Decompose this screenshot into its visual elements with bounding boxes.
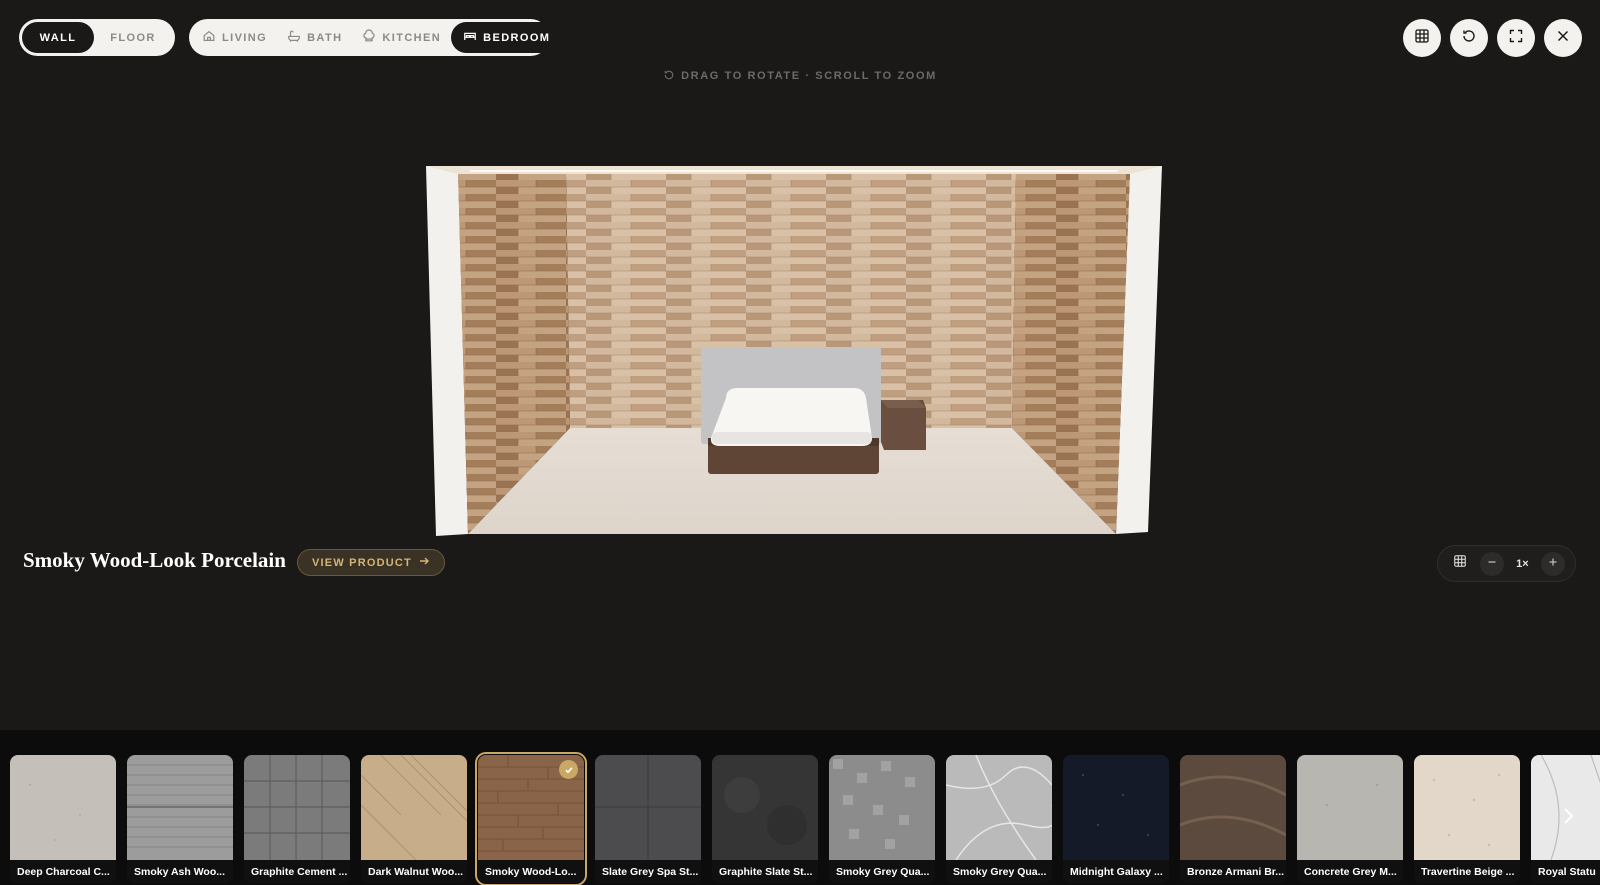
swatch-strip: Deep Charcoal C... Smoky Ash Woo... Graphi… (0, 730, 1600, 885)
grid-toggle-button[interactable] (1403, 19, 1441, 57)
tile-texture-thumbnail (244, 755, 350, 860)
surface-toggle: WALL FLOOR (19, 19, 175, 56)
fullscreen-button[interactable] (1497, 19, 1535, 57)
bed-icon (463, 29, 477, 46)
room-tab-living[interactable]: LIVING (192, 22, 277, 53)
tile-swatch[interactable]: Smoky Grey Qua... (829, 755, 935, 883)
tile-texture-thumbnail (946, 755, 1052, 861)
tile-texture-thumbnail (10, 755, 116, 860)
tile-texture-thumbnail (1297, 755, 1403, 860)
tile-swatch[interactable]: Graphite Slate St... (712, 755, 818, 883)
tile-swatch-label: Royal Statu (1531, 860, 1600, 883)
room-tab-label: BEDROOM (483, 31, 551, 44)
tile-texture-thumbnail (829, 755, 935, 860)
tile-swatch[interactable]: Dark Walnut Woo... (361, 755, 467, 883)
rotate-zoom-hint: DRAG TO ROTATE · SCROLL TO ZOOM (0, 69, 1600, 82)
tile-swatch[interactable]: Deep Charcoal C... (10, 755, 116, 883)
tile-swatch[interactable]: Slate Grey Spa St... (595, 755, 701, 883)
zoom-in-button[interactable] (1541, 551, 1566, 576)
tile-swatch-label: Travertine Beige ... (1414, 860, 1520, 883)
tile-swatch-label: Smoky Grey Qua... (946, 860, 1052, 883)
room-tab-bedroom[interactable]: BEDROOM (451, 22, 563, 53)
room-tab-kitchen[interactable]: KITCHEN (352, 22, 451, 53)
tile-texture-thumbnail (595, 755, 701, 860)
tile-swatch-label: Bronze Armani Br... (1180, 860, 1286, 883)
bathtub-icon (287, 29, 301, 46)
tile-texture-thumbnail (712, 755, 818, 860)
close-button[interactable] (1544, 19, 1582, 57)
view-product-label: VIEW PRODUCT (312, 556, 412, 569)
tile-swatch-label: Midnight Galaxy ... (1063, 860, 1169, 883)
tile-texture-thumbnail (127, 755, 233, 860)
tile-visualizer-app: WALL FLOOR LIVING BATH KITCHEN BEDROOM D… (0, 0, 1600, 885)
grid-icon (1453, 554, 1467, 573)
grid-icon (1414, 28, 1430, 49)
chef-hat-icon (362, 29, 376, 46)
tile-texture-thumbnail (1414, 755, 1520, 860)
zoom-control: 1× (1437, 545, 1576, 582)
tile-swatch[interactable]: Smoky Wood-Lo... (475, 752, 587, 885)
tile-swatch-label: Dark Walnut Woo... (361, 860, 467, 883)
tile-swatch[interactable]: Graphite Cement ... (244, 755, 350, 883)
wall-button[interactable]: WALL (22, 22, 94, 53)
tile-swatch[interactable]: Midnight Galaxy ... (1063, 755, 1169, 883)
tile-swatch-label: Smoky Ash Woo... (127, 860, 233, 883)
minus-icon (1486, 555, 1498, 573)
tile-swatch-label: Concrete Grey M... (1297, 860, 1403, 883)
home-icon (202, 29, 216, 46)
room-tab-bath[interactable]: BATH (277, 22, 352, 53)
next-swatches-button[interactable] (1556, 803, 1580, 833)
close-icon (1555, 28, 1571, 49)
tile-swatch-label: Smoky Wood-Lo... (478, 860, 584, 883)
reset-view-button[interactable] (1450, 19, 1488, 57)
rotate-icon (663, 70, 681, 82)
tile-swatch-label: Graphite Slate St... (712, 860, 818, 883)
chevron-right-icon (1561, 807, 1575, 830)
zoom-grid-button[interactable] (1448, 552, 1472, 576)
swatch-list: Deep Charcoal C... Smoky Ash Woo... Graphi… (10, 752, 1600, 885)
tile-swatch-label: Deep Charcoal C... (10, 860, 116, 883)
tile-swatch[interactable]: Travertine Beige ... (1414, 755, 1520, 883)
hint-text: DRAG TO ROTATE · SCROLL TO ZOOM (681, 70, 937, 82)
tile-swatch[interactable]: Smoky Ash Woo... (127, 755, 233, 883)
room-tab-label: KITCHEN (382, 31, 442, 44)
tile-swatch-label: Graphite Cement ... (244, 860, 350, 883)
room-selector: LIVING BATH KITCHEN BEDROOM (189, 19, 563, 56)
zoom-out-button[interactable] (1479, 551, 1504, 576)
floor-button[interactable]: FLOOR (97, 22, 169, 53)
room-tab-label: BATH (307, 31, 343, 44)
arrow-right-icon (418, 555, 430, 570)
tile-texture-thumbnail (1063, 755, 1169, 860)
tile-texture-thumbnail (361, 755, 467, 861)
tile-swatch[interactable]: Smoky Grey Qua... (946, 755, 1052, 883)
room-3d-viewport[interactable] (426, 166, 1162, 546)
tile-swatch-label: Slate Grey Spa St... (595, 860, 701, 883)
tile-swatch-label: Smoky Grey Qua... (829, 860, 935, 883)
product-title: Smoky Wood-Look Porcelain (23, 548, 286, 572)
fullscreen-icon (1508, 28, 1524, 49)
plus-icon (1547, 555, 1559, 573)
tile-swatch[interactable]: Concrete Grey M... (1297, 755, 1403, 883)
tile-texture-thumbnail (1180, 755, 1286, 860)
view-actions (1403, 19, 1582, 57)
tile-swatch[interactable]: Bronze Armani Br... (1180, 755, 1286, 883)
zoom-level: 1× (1516, 557, 1529, 570)
reset-icon (1461, 28, 1477, 49)
view-product-button[interactable]: VIEW PRODUCT (297, 549, 445, 576)
room-tab-label: LIVING (222, 31, 268, 44)
checkmark-icon (559, 760, 578, 779)
